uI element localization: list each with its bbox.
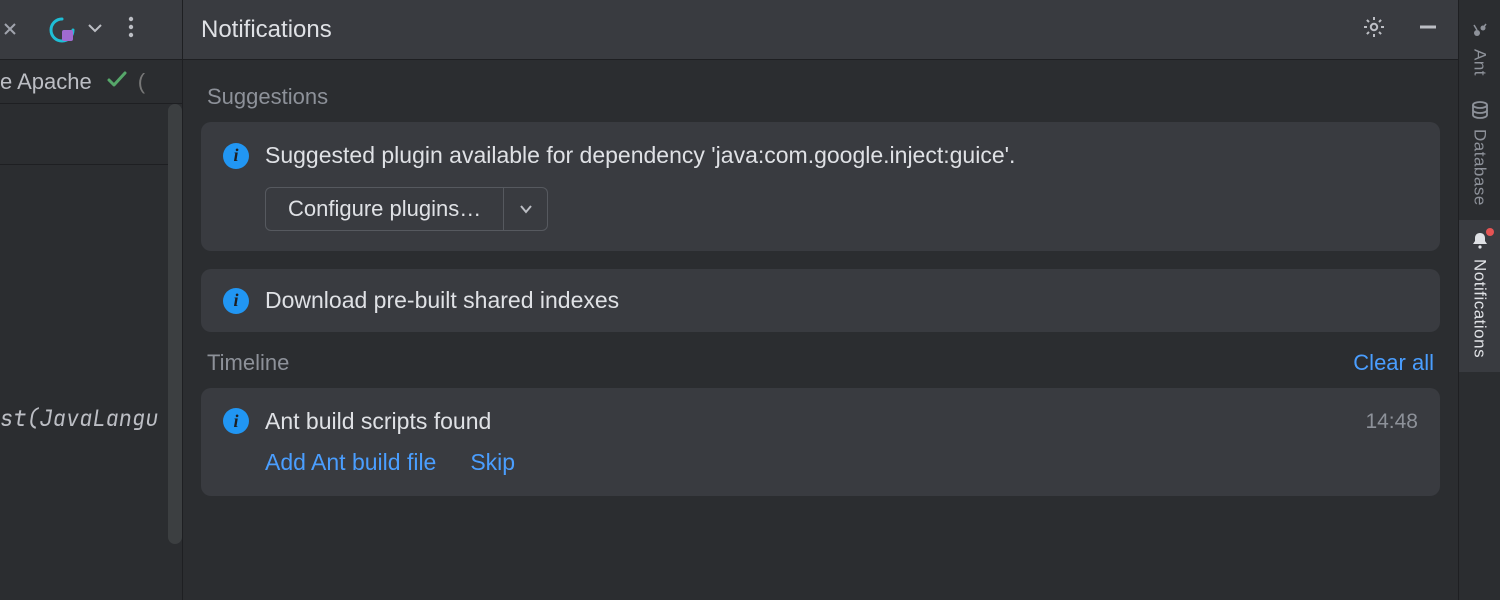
info-icon: i — [223, 288, 249, 314]
run-toolbar — [0, 0, 182, 60]
notifications-panel: Notifications Suggestions i Suggested pl… — [183, 0, 1458, 600]
add-ant-build-link[interactable]: Add Ant build file — [265, 449, 436, 476]
editor-scrollbar[interactable] — [168, 104, 182, 544]
tool-button-database[interactable]: Database — [1459, 90, 1500, 220]
tool-label: Database — [1470, 129, 1490, 206]
section-label-suggestions: Suggestions — [207, 84, 328, 110]
database-icon — [1470, 100, 1490, 123]
tool-label: Notifications — [1470, 259, 1490, 358]
timeline-card: i Ant build scripts found 14:48 Add Ant … — [201, 388, 1440, 496]
run-config-icon[interactable] — [48, 16, 76, 44]
info-icon: i — [223, 408, 249, 434]
minimize-icon[interactable] — [1416, 15, 1440, 45]
panel-title: Notifications — [201, 16, 332, 44]
right-tool-rail: Ant Database Notifications — [1458, 0, 1500, 600]
notification-dot — [1486, 228, 1494, 236]
info-icon: i — [223, 143, 249, 169]
configure-plugins-button[interactable]: Configure plugins… — [265, 187, 504, 231]
breadcrumb-separator: ( — [138, 69, 145, 95]
timeline-message: Ant build scripts found — [265, 408, 491, 435]
check-icon — [106, 66, 128, 97]
tool-label: Ant — [1470, 49, 1490, 76]
bell-icon — [1470, 230, 1490, 253]
breadcrumb: e Apache ( — [0, 60, 182, 104]
skip-link[interactable]: Skip — [470, 449, 515, 476]
clear-all-link[interactable]: Clear all — [1353, 350, 1434, 376]
panel-header: Notifications — [183, 0, 1458, 60]
section-label-timeline: Timeline — [207, 350, 289, 376]
tool-button-notifications[interactable]: Notifications — [1459, 220, 1500, 372]
suggestion-message: Download pre-built shared indexes — [265, 287, 619, 314]
timeline-time: 14:48 — [1365, 410, 1418, 434]
ant-icon — [1470, 20, 1490, 43]
gear-icon[interactable] — [1362, 15, 1386, 45]
close-icon[interactable] — [2, 17, 18, 43]
suggestion-message: Suggested plugin available for dependenc… — [265, 142, 1015, 169]
editor-code-fragment[interactable]: st(JavaLangu — [0, 104, 182, 433]
configure-plugins-dropdown[interactable] — [504, 187, 548, 231]
editor-left-fragment: e Apache ( st(JavaLangu — [0, 0, 183, 600]
tool-button-ant[interactable]: Ant — [1459, 10, 1500, 90]
suggestion-card: i Download pre-built shared indexes — [201, 269, 1440, 332]
more-vert-icon[interactable] — [128, 16, 134, 44]
breadcrumb-item[interactable]: e Apache — [0, 69, 92, 95]
suggestion-card: i Suggested plugin available for depende… — [201, 122, 1440, 251]
chevron-down-icon[interactable] — [86, 17, 104, 43]
